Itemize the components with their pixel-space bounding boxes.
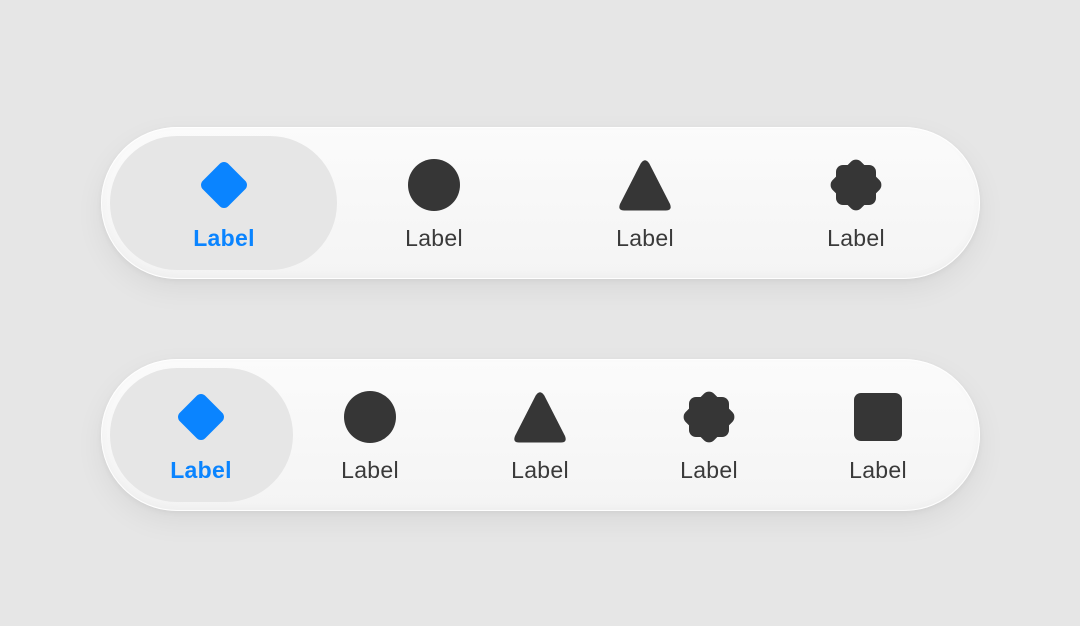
badge-icon xyxy=(824,153,888,217)
tab-label: Label xyxy=(827,225,885,251)
tab-label: Label xyxy=(170,457,232,483)
tab-circle[interactable]: Label xyxy=(354,127,514,279)
triangle-icon xyxy=(508,385,572,449)
circle-icon xyxy=(402,153,466,217)
tab-triangle[interactable]: Label xyxy=(460,359,620,511)
badge-icon xyxy=(677,385,741,449)
tab-label: Label xyxy=(341,457,399,483)
tab-label: Label xyxy=(405,225,463,251)
tab-label: Label xyxy=(616,225,674,251)
square-icon xyxy=(846,385,910,449)
tab-badge[interactable]: Label xyxy=(776,127,936,279)
tab-bar-five-items: Label Label Label Label Label xyxy=(101,359,980,511)
tab-badge[interactable]: Label xyxy=(629,359,789,511)
diamond-icon xyxy=(169,385,233,449)
tab-bar-four-items: Label Label Label Label xyxy=(101,127,980,279)
tab-triangle[interactable]: Label xyxy=(565,127,725,279)
diamond-icon xyxy=(192,153,256,217)
tab-label: Label xyxy=(849,457,907,483)
tab-square[interactable]: Label xyxy=(798,359,958,511)
tab-diamond[interactable]: Label xyxy=(121,359,281,511)
triangle-icon xyxy=(613,153,677,217)
tab-circle[interactable]: Label xyxy=(290,359,450,511)
tab-diamond[interactable]: Label xyxy=(144,127,304,279)
tab-label: Label xyxy=(193,225,255,251)
tab-label: Label xyxy=(680,457,738,483)
circle-icon xyxy=(338,385,402,449)
tab-label: Label xyxy=(511,457,569,483)
